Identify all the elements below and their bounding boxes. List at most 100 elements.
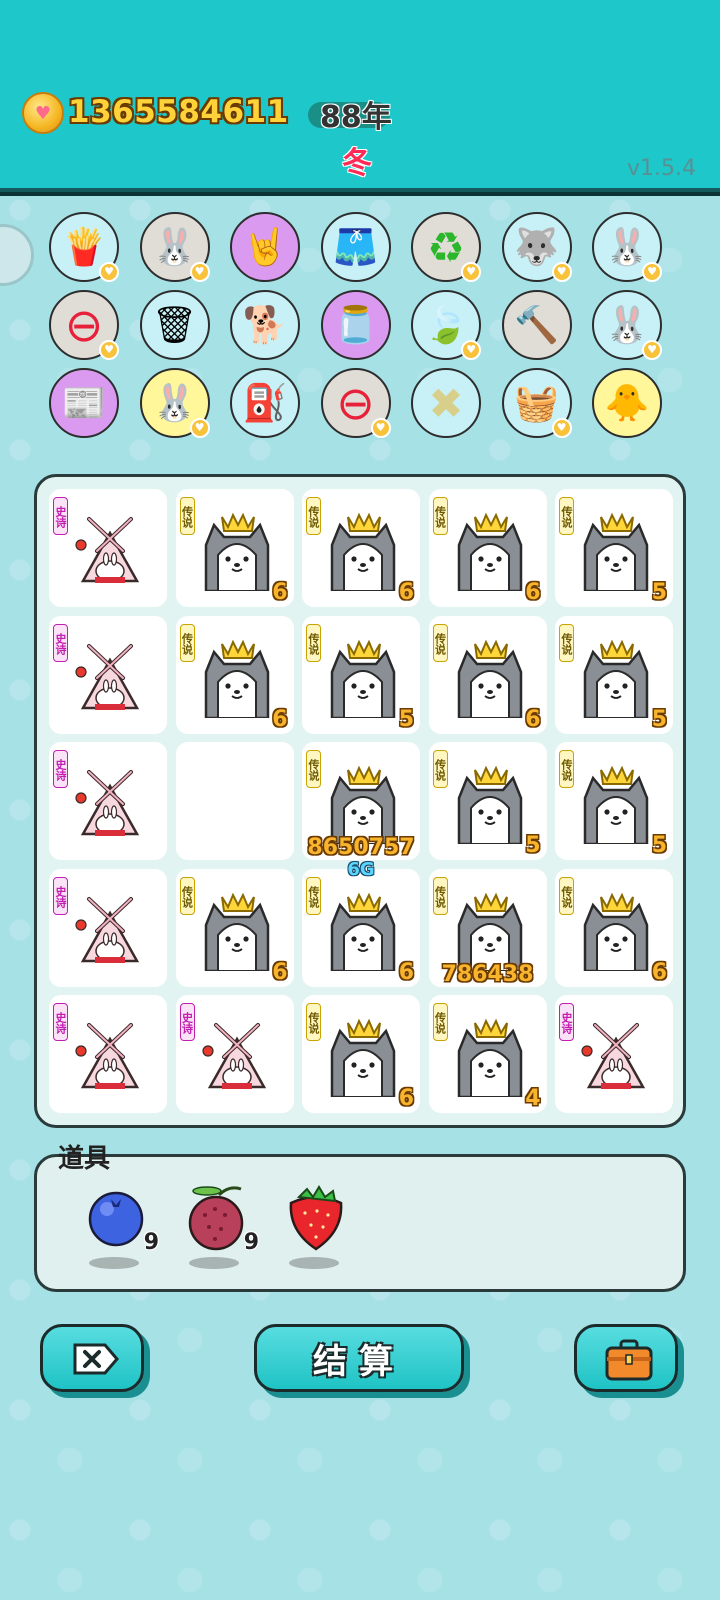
garbage-bag-icon: 🗑: [151, 305, 198, 346]
item-pump[interactable]: ⛽: [230, 368, 300, 438]
settle-button-label: 结算: [313, 1341, 405, 1382]
heart-badge-icon: ♥: [189, 262, 210, 282]
rarity-tag: 史诗: [179, 1003, 195, 1041]
rarity-tag: 传说: [306, 876, 321, 915]
prop-shadow: [189, 1257, 239, 1269]
cell-earned-value: 786438: [441, 961, 534, 987]
hammer-icon: 🔨: [514, 305, 559, 346]
item-leaf[interactable]: 🍃 ♥: [411, 290, 481, 360]
strawberry-icon: [285, 1185, 347, 1255]
heart-badge-icon: ♥: [642, 262, 662, 282]
cell-count: 6: [272, 706, 288, 732]
board-cell-husky[interactable]: 传说 6: [302, 489, 420, 607]
item-rabbit-2[interactable]: 🐰 ♥: [592, 212, 662, 282]
board-cell-husky[interactable]: 传说 6: [175, 489, 294, 607]
board-cell-husky[interactable]: 传说 6: [175, 868, 294, 987]
crowned-husky-icon: [453, 511, 527, 593]
blueberry-icon: [85, 1185, 147, 1255]
rabbit-4-icon: 🐰: [152, 383, 197, 424]
props-title: 道具: [58, 1144, 111, 1174]
board-cell-tent[interactable]: 史诗: [49, 742, 167, 860]
husky-sit-icon: 🐺: [514, 227, 559, 268]
rarity-tag: 传说: [306, 750, 321, 788]
board-cell-empty[interactable]: [175, 742, 294, 860]
board-cell-husky[interactable]: 传说 8650757: [302, 742, 420, 860]
item-hammer[interactable]: 🔨: [501, 290, 572, 360]
rarity-tag: 传说: [432, 876, 448, 915]
item-recycle[interactable]: ♻ ♥: [411, 212, 481, 282]
heart-badge-icon: ♥: [189, 418, 210, 438]
settle-button[interactable]: 结算: [254, 1324, 464, 1392]
board-cell-husky[interactable]: 传说 5: [555, 742, 673, 860]
board-cell-husky[interactable]: 传说 6: [175, 615, 294, 734]
item-dog-sunglasses[interactable]: 🐕: [230, 290, 300, 360]
rabbit-tent-icon: [201, 1021, 272, 1091]
board-cell-tent[interactable]: 史诗: [49, 615, 167, 734]
item-skirt[interactable]: 🩳: [320, 212, 391, 282]
board-cell-husky[interactable]: 传说 6: [555, 868, 673, 987]
cell-count: 6: [398, 580, 414, 605]
board-cell-tent[interactable]: 史诗: [49, 489, 167, 607]
item-time-magazine[interactable]: 📰: [49, 368, 119, 438]
item-minus[interactable]: ⊖ ♥: [49, 290, 119, 360]
season-label: 冬: [342, 146, 372, 181]
rabbit-tent-icon: [581, 1021, 651, 1091]
item-jar[interactable]: 🫙: [320, 290, 391, 360]
coin-icon: ♥: [22, 92, 64, 134]
minus-icon: ⊖: [64, 298, 104, 352]
prop-strawberry[interactable]: [281, 1179, 351, 1269]
top-bar: ♥ 1365584611 88年 冬 v1.5.4: [0, 0, 720, 192]
cell-earned-value: 8650757: [307, 835, 415, 860]
crowned-husky-icon: [453, 891, 527, 972]
prop-bayberry[interactable]: 9: [181, 1179, 259, 1269]
close-button[interactable]: [40, 1324, 144, 1392]
board-cell-husky[interactable]: 传说 786438: [428, 868, 547, 987]
board-cell-husky[interactable]: 传说 5: [428, 742, 547, 860]
prop-shadow: [289, 1257, 339, 1269]
item-chick-egg[interactable]: 🐥: [592, 368, 662, 438]
board-cell-tent[interactable]: 史诗: [555, 995, 673, 1113]
item-rock-hand[interactable]: 🤘: [230, 212, 300, 282]
side-menu-button[interactable]: [0, 224, 34, 286]
board-cell-husky[interactable]: 传说 6: [428, 615, 547, 734]
board-cell-husky[interactable]: 传说 5: [302, 615, 420, 734]
item-straws[interactable]: ✖: [411, 368, 481, 438]
prop-blueberry[interactable]: 9: [81, 1179, 159, 1269]
board-cell-tent[interactable]: 史诗: [175, 995, 294, 1113]
item-minus-2[interactable]: ⊖ ♥: [320, 368, 391, 438]
item-garbage-bag[interactable]: 🗑: [139, 290, 210, 360]
rarity-tag: 传说: [179, 623, 195, 662]
board-cell-husky[interactable]: 传说 5: [555, 489, 673, 607]
item-rabbit-4[interactable]: 🐰 ♥: [139, 368, 210, 438]
item-fries[interactable]: 🍟 ♥: [49, 212, 119, 282]
board-cell-husky[interactable]: 传说 6: [302, 995, 420, 1113]
bag-button[interactable]: [574, 1324, 678, 1392]
item-fruit-basket[interactable]: 🧺 ♥: [501, 368, 572, 438]
board-cell-husky[interactable]: 传说 6: [428, 489, 547, 607]
time-magazine-icon: 📰: [61, 383, 107, 424]
board-cell-husky[interactable]: 传说 5: [555, 615, 673, 734]
crowned-husky-icon: [326, 1017, 400, 1099]
board-cell-husky[interactable]: 传说 6 6G: [302, 859, 420, 987]
rarity-tag: 史诗: [559, 1003, 574, 1041]
fruit-basket-icon: 🧺: [514, 383, 559, 424]
crowned-husky-icon: [453, 638, 527, 719]
skirt-icon: 🩳: [333, 227, 378, 268]
item-husky-sit[interactable]: 🐺 ♥: [501, 212, 572, 282]
rarity-tag: 传说: [432, 750, 448, 788]
dog-sunglasses-icon: 🐕: [242, 305, 288, 346]
rarity-tag: 传说: [306, 497, 321, 535]
item-rabbit[interactable]: 🐰 ♥: [139, 212, 210, 282]
rarity-tag: 史诗: [53, 876, 68, 915]
cell-count: 5: [651, 580, 667, 605]
heart-badge-icon: ♥: [99, 340, 119, 360]
cell-count: 6: [272, 580, 288, 605]
cell-count: 6: [651, 959, 667, 985]
heart-badge-icon: ♥: [461, 262, 481, 282]
board-cell-husky[interactable]: 传说 4: [428, 995, 547, 1113]
crowned-husky-icon: [453, 1017, 527, 1099]
board-cell-tent[interactable]: 史诗: [49, 995, 167, 1113]
item-rabbit-3[interactable]: 🐰 ♥: [592, 290, 662, 360]
board-cell-tent[interactable]: 史诗: [49, 868, 167, 987]
rabbit-icon: 🐰: [152, 227, 197, 268]
